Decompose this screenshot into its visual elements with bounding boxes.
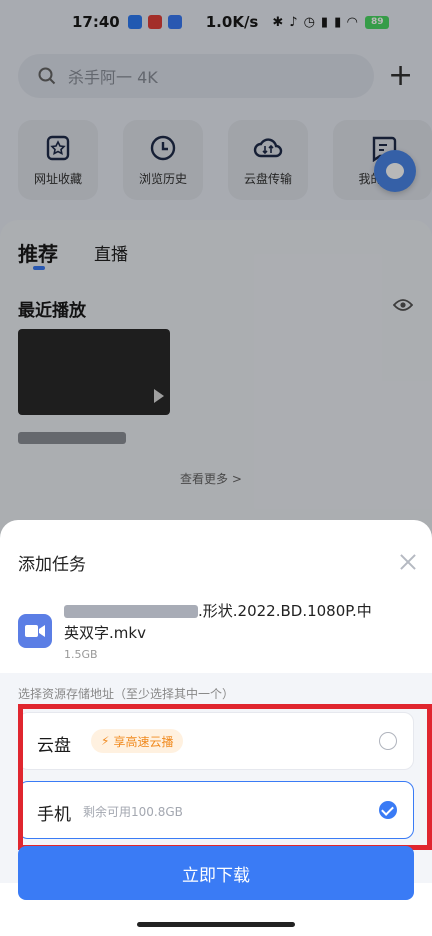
file-name: .形状.2022.BD.1080P.中英双字.mkv <box>64 600 384 644</box>
file-name-blurred <box>64 605 198 618</box>
storage-hint: 选择资源存储地址（至少选择其中一个） <box>18 687 235 701</box>
highlight-box <box>18 704 432 850</box>
home-indicator[interactable] <box>137 922 295 927</box>
file-size: 1.5GB <box>64 648 98 661</box>
video-file-icon <box>18 614 52 648</box>
sheet-title: 添加任务 <box>18 555 86 575</box>
close-icon[interactable] <box>396 550 420 574</box>
download-now-button[interactable]: 立即下载 <box>18 846 414 900</box>
